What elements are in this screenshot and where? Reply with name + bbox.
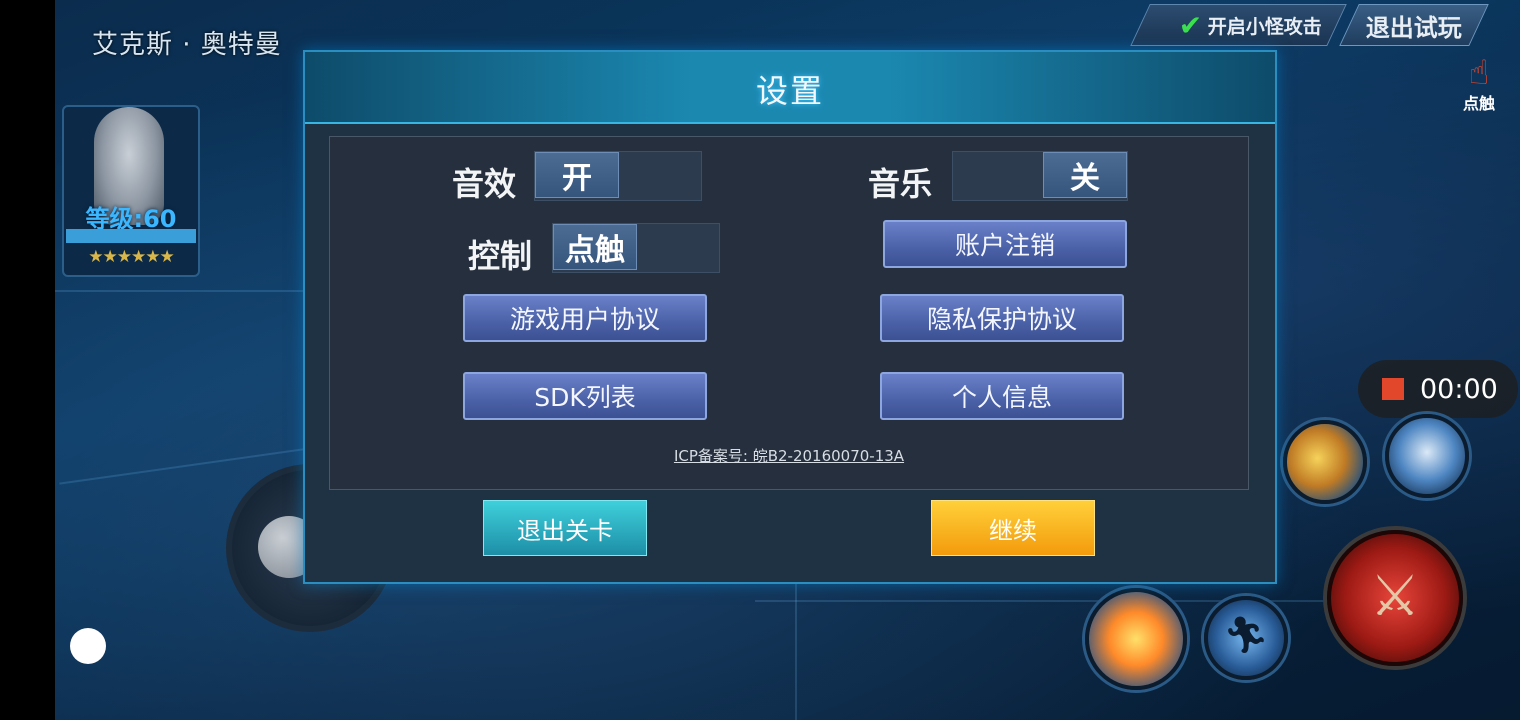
icp-link[interactable]: ICP备案号: 皖B2-20160070-13A — [330, 445, 1248, 466]
personal-info-button[interactable]: 个人信息 — [880, 372, 1124, 420]
dialog-header: 设置 — [305, 52, 1275, 124]
character-name: 艾克斯 · 奥特曼 — [92, 30, 282, 60]
control-toggle-value: 点触 — [553, 224, 637, 270]
monster-attack-toggle[interactable]: ✔ 开启小怪攻击 — [1130, 4, 1348, 46]
touch-label: 点触 — [1462, 94, 1495, 113]
bg-line — [795, 560, 797, 720]
exit-trial-label: 退出试玩 — [1366, 13, 1463, 42]
dialog-title: 设置 — [755, 72, 824, 110]
hand-pointer-icon: ☝ — [1468, 53, 1490, 93]
sdk-list-button[interactable]: SDK列表 — [463, 372, 707, 420]
crossed-swords-icon: ⚔ — [1369, 564, 1421, 629]
user-agreement-button[interactable]: 游戏用户协议 — [463, 294, 707, 342]
settings-panel: 音效 开 音乐 关 控制 点触 账户注销 游戏用户协议 隐私保护协议 SDK列表… — [329, 136, 1249, 490]
privacy-agreement-button[interactable]: 隐私保护协议 — [880, 294, 1124, 342]
control-label: 控制 — [468, 237, 533, 275]
runner-icon: 🏃︎ — [1223, 615, 1269, 656]
attack-button[interactable]: ⚔ — [1327, 530, 1463, 666]
skill-button-3[interactable] — [1085, 588, 1187, 690]
settings-dialog: 设置 音效 开 音乐 关 控制 点触 账户注销 游戏用户协议 隐私保护协议 SD… — [303, 50, 1277, 584]
exit-trial-button[interactable]: 退出试玩 — [1339, 4, 1490, 46]
music-toggle-value: 关 — [1043, 152, 1127, 198]
skill-button-4[interactable]: 🏃︎ — [1204, 596, 1288, 680]
character-portrait: 等级:60 ★★★★★★ — [62, 105, 200, 277]
record-time: 00:00 — [1420, 373, 1498, 405]
top-right-controls: ✔ 开启小怪攻击 退出试玩 — [1130, 4, 1490, 46]
touch-mode-indicator[interactable]: ☝ 点触 — [1448, 56, 1510, 114]
sound-toggle[interactable]: 开 — [534, 151, 702, 201]
star-rating: ★★★★★★ — [88, 247, 174, 267]
sound-label: 音效 — [452, 165, 517, 203]
control-toggle[interactable]: 点触 — [552, 223, 720, 273]
account-cancel-button[interactable]: 账户注销 — [883, 220, 1127, 268]
music-label: 音乐 — [868, 165, 933, 203]
left-black-bar — [0, 0, 55, 720]
exit-level-button[interactable]: 退出关卡 — [483, 500, 647, 556]
skill-button-2[interactable] — [1385, 414, 1469, 498]
check-icon: ✔ — [1179, 8, 1203, 42]
music-toggle[interactable]: 关 — [952, 151, 1128, 201]
record-stop-icon — [1382, 378, 1404, 400]
screen-record-indicator[interactable]: 00:00 — [1358, 360, 1518, 418]
sound-toggle-value: 开 — [535, 152, 619, 198]
hp-bar — [66, 229, 196, 243]
monster-attack-label: 开启小怪攻击 — [1208, 15, 1323, 38]
skill-button-1[interactable] — [1283, 420, 1367, 504]
continue-button[interactable]: 继续 — [931, 500, 1095, 556]
floating-assist-button[interactable] — [70, 628, 106, 664]
